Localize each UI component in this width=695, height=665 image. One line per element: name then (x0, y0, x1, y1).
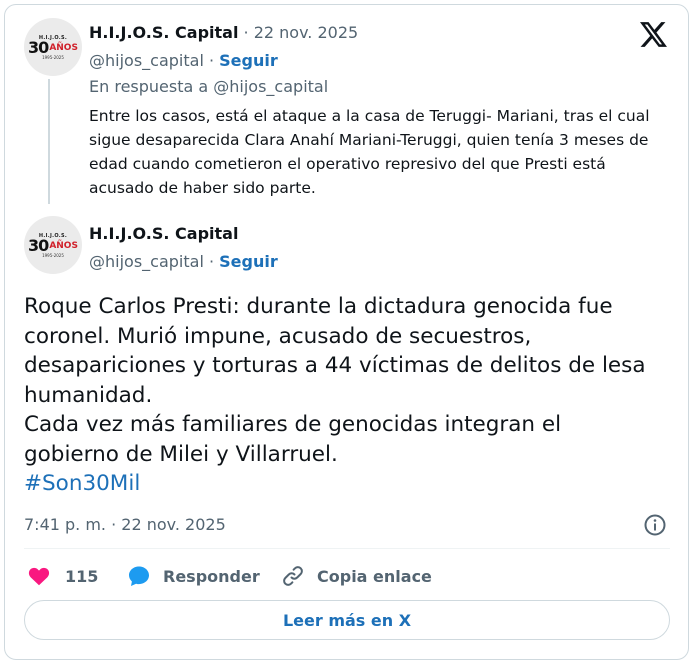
hashtag-link[interactable]: #Son30Mil (24, 469, 674, 499)
tweet-text: Roque Carlos Presti: durante la dictadur… (24, 292, 674, 499)
tweet-text-line: Cada vez más familiares de genocidas int… (24, 412, 562, 437)
tweet-text-line: gobierno de Milei y Villarruel. (24, 441, 338, 467)
copy-link-button[interactable]: Copia enlace (281, 564, 432, 588)
like-count: 115 (65, 566, 99, 586)
tweet-text-line: coronel. Murió impune, acusado de secues… (24, 323, 532, 349)
author-name[interactable]: H.I.J.O.S. Capital (89, 224, 238, 243)
info-icon[interactable] (643, 513, 667, 537)
tweet-text-line: humanidad. (24, 382, 153, 408)
reply-to-label: En respuesta a @hijos_capital (89, 77, 329, 96)
read-more-button[interactable]: Leer más en X (24, 600, 670, 640)
speech-bubble-icon (129, 566, 149, 586)
copy-link-label: Copia enlace (317, 566, 432, 586)
link-icon (283, 566, 303, 586)
follow-button[interactable]: Seguir (219, 51, 278, 70)
heart-icon (28, 567, 50, 586)
reply-label: Responder (163, 566, 260, 586)
main-handle-line: @hijos_capital · Seguir (89, 252, 278, 271)
author-name[interactable]: H.I.J.O.S. Capital (89, 23, 238, 42)
quoted-tweet-text: Entre los casos, está el ataque a la cas… (89, 107, 650, 197)
reply-button[interactable]: Responder (127, 564, 260, 588)
author-handle[interactable]: @hijos_capital (89, 252, 204, 271)
thread-connector-line (48, 79, 50, 204)
author-handle[interactable]: @hijos_capital (89, 51, 204, 70)
like-button[interactable]: 115 (27, 564, 98, 588)
tweet-timestamp[interactable]: 7:41 p. m. · 22 nov. 2025 (24, 515, 226, 534)
tweet-date[interactable]: 22 nov. 2025 (254, 23, 359, 42)
avatar[interactable]: H.I.J.O.S. 30 AÑOS 1995-2025 (24, 18, 82, 76)
quoted-author-line: H.I.J.O.S. Capital · 22 nov. 2025 (89, 23, 359, 42)
x-logo-icon[interactable] (640, 22, 667, 47)
divider (24, 548, 670, 549)
quoted-handle-line: @hijos_capital · Seguir (89, 51, 278, 70)
tweet-text-line: Roque Carlos Presti: durante la dictadur… (24, 294, 613, 319)
main-author-line: H.I.J.O.S. Capital (89, 224, 238, 243)
tweet-text-line: desapariciones y torturas a 44 víctimas … (24, 353, 646, 378)
avatar[interactable]: H.I.J.O.S. 30 AÑOS 1995-2025 (24, 216, 82, 274)
follow-button[interactable]: Seguir (219, 252, 278, 271)
